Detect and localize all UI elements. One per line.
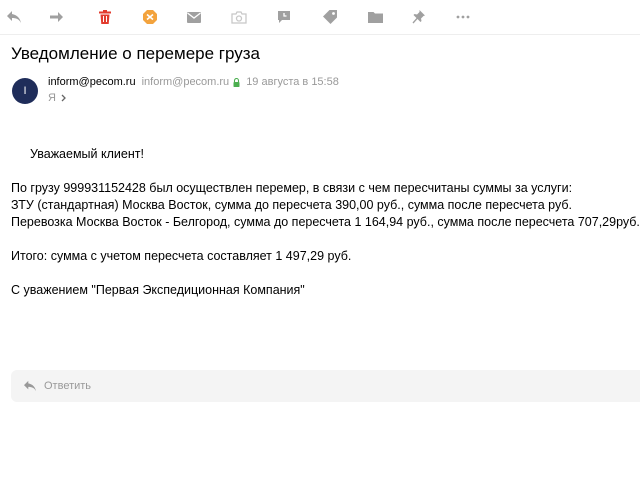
pin-icon (412, 10, 425, 24)
body-line: Перевозка Москва Восток - Белгород, сумм… (11, 215, 640, 229)
forward-button[interactable] (47, 7, 67, 27)
sender-line: inform@pecom.ru inform@pecom.ru 19 авгус… (48, 76, 339, 88)
remind-button[interactable] (274, 7, 294, 27)
recipient-line[interactable]: Я (48, 92, 66, 104)
body-line: ЗТУ (стандартная) Москва Восток, сумма д… (11, 198, 572, 212)
body-total: Итого: сумма с учетом пересчета составля… (11, 249, 352, 263)
label-button[interactable] (320, 7, 340, 27)
more-button[interactable] (453, 7, 473, 27)
email-view: Уведомление о перемере груза I inform@pe… (0, 0, 640, 480)
body-greeting: Уважаемый клиент! (30, 147, 144, 161)
folder-icon (367, 12, 383, 23)
reply-label: Ответить (44, 380, 92, 392)
message-subject: Уведомление о перемере груза (11, 44, 260, 63)
move-to-folder-button[interactable] (365, 7, 385, 27)
camera-icon (231, 10, 247, 24)
tag-icon (323, 10, 337, 24)
quick-reply-box[interactable]: Ответить (11, 370, 640, 402)
sender-email[interactable]: inform@pecom.ru (142, 76, 230, 88)
clock-bubble-icon (278, 11, 290, 23)
forward-arrow-icon (50, 12, 63, 22)
trash-icon (99, 10, 111, 24)
envelope-icon (187, 11, 201, 23)
spam-button[interactable] (140, 7, 160, 27)
reply-button[interactable] (4, 7, 24, 27)
reply-arrow-icon (23, 380, 37, 392)
avatar-letter: I (23, 85, 27, 97)
toolbar (0, 0, 640, 35)
delete-button[interactable] (95, 7, 115, 27)
block-button[interactable] (229, 7, 249, 27)
reply-arrow-icon (7, 11, 21, 23)
message-body: Уважаемый клиент! По грузу 999931152428 … (11, 146, 640, 299)
sender-name[interactable]: inform@pecom.ru (48, 76, 136, 88)
chevron-right-icon (61, 94, 66, 102)
more-dots-icon (456, 15, 470, 19)
sender-avatar[interactable]: I (12, 78, 38, 104)
pin-button[interactable] (408, 7, 428, 27)
body-line: По грузу 999931152428 был осуществлен пе… (11, 181, 573, 195)
sent-time: 19 августа в 15:58 (246, 76, 339, 88)
recipient-name: Я (48, 92, 56, 104)
body-signature: С уважением "Первая Экспедиционная Компа… (11, 283, 305, 297)
spam-icon (143, 10, 157, 24)
lock-icon (233, 77, 240, 87)
mark-unread-button[interactable] (184, 7, 204, 27)
